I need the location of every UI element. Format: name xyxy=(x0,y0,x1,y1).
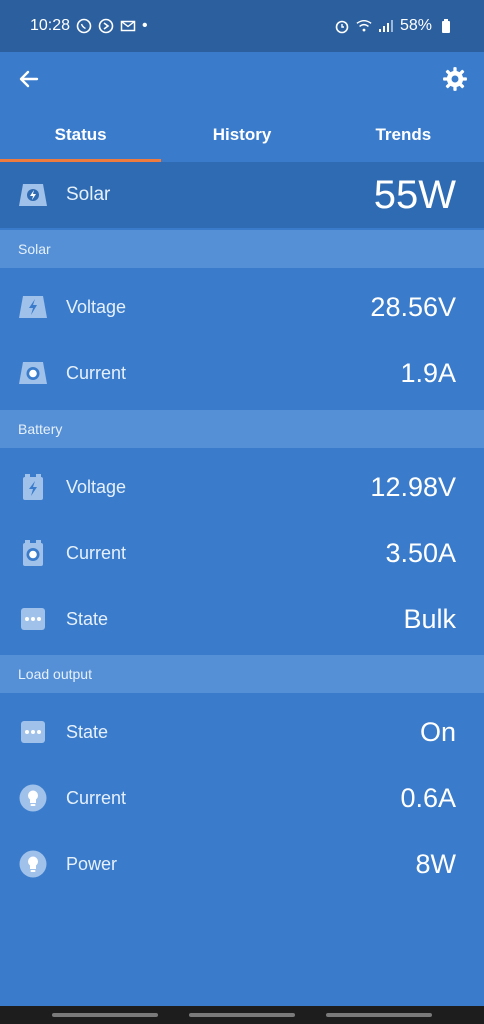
tab-history[interactable]: History xyxy=(161,110,322,162)
status-bar: 10:28 • 58% xyxy=(0,0,484,52)
battery-current-icon xyxy=(18,538,48,568)
section-header-battery: Battery xyxy=(0,410,484,448)
nav-home-button[interactable] xyxy=(189,1013,295,1017)
load-state-row[interactable]: State On xyxy=(0,699,484,765)
back-button[interactable] xyxy=(14,64,44,94)
alarm-icon xyxy=(334,18,350,34)
row-value: 1.9A xyxy=(400,357,456,388)
section-header-load-output: Load output xyxy=(0,655,484,693)
bulb-icon xyxy=(18,783,48,813)
settings-button[interactable] xyxy=(440,64,470,94)
battery-icon xyxy=(438,18,454,34)
battery-percent: 58% xyxy=(399,17,432,34)
current-icon xyxy=(18,358,48,388)
summary-value: 55W xyxy=(373,172,456,217)
row-value: 8W xyxy=(415,848,457,879)
tab-trends[interactable]: Trends xyxy=(323,110,484,162)
whatsapp-icon xyxy=(76,18,92,34)
status-dot: • xyxy=(142,17,148,34)
bolt-icon xyxy=(18,292,48,322)
row-value: Bulk xyxy=(403,603,456,634)
row-value: 28.56V xyxy=(370,291,456,322)
row-label: Voltage xyxy=(66,296,127,317)
row-value: 12.98V xyxy=(370,471,456,502)
row-label: State xyxy=(66,721,109,742)
tab-bar: Status History Trends xyxy=(0,110,484,162)
more-dots-icon xyxy=(18,604,48,634)
more-dots-icon xyxy=(18,717,48,747)
arrow-left-icon xyxy=(19,70,39,88)
row-value: On xyxy=(419,716,456,747)
solar-voltage-row[interactable]: Voltage 28.56V xyxy=(0,274,484,340)
row-label: Current xyxy=(66,542,127,563)
row-label: Current xyxy=(66,362,127,383)
battery-voltage-row[interactable]: Voltage 12.98V xyxy=(0,454,484,520)
solar-current-row[interactable]: Current 1.9A xyxy=(0,340,484,406)
summary-label: Solar xyxy=(66,184,111,205)
row-value: 3.50A xyxy=(385,537,456,568)
solar-summary-row[interactable]: Solar 55W xyxy=(0,162,484,228)
app-bar: Status History Trends xyxy=(0,52,484,162)
system-nav-bar xyxy=(0,1006,484,1024)
row-label: Voltage xyxy=(66,476,127,497)
section-header-solar: Solar xyxy=(0,230,484,268)
nav-back-button[interactable] xyxy=(326,1013,432,1017)
nav-recents-button[interactable] xyxy=(52,1013,158,1017)
row-label: State xyxy=(66,608,109,629)
bulb-icon xyxy=(18,849,48,879)
wifi-icon xyxy=(356,18,372,34)
mail-icon xyxy=(120,18,136,34)
solar-panel-icon xyxy=(18,180,48,210)
status-time: 10:28 xyxy=(30,17,71,34)
gear-icon xyxy=(443,67,467,91)
signal-icon xyxy=(378,18,394,34)
battery-current-row[interactable]: Current 3.50A xyxy=(0,520,484,586)
app-notification-icon xyxy=(98,18,114,34)
row-value: 0.6A xyxy=(400,782,456,813)
load-current-row[interactable]: Current 0.6A xyxy=(0,765,484,831)
load-power-row[interactable]: Power 8W xyxy=(0,831,484,897)
battery-bolt-icon xyxy=(18,472,48,502)
row-label: Power xyxy=(66,853,118,874)
tab-status[interactable]: Status xyxy=(0,110,162,162)
row-label: Current xyxy=(66,787,127,808)
battery-state-row[interactable]: State Bulk xyxy=(0,586,484,652)
